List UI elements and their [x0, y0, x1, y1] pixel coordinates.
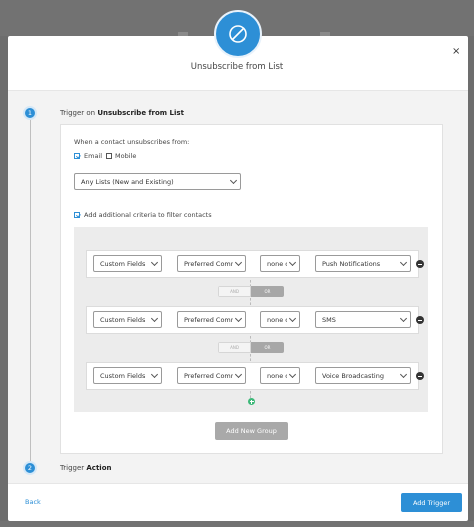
add-group-button[interactable]: Add New Group: [215, 422, 288, 440]
value-value: SMS: [322, 315, 336, 324]
and-option[interactable]: AND: [218, 286, 251, 297]
email-checkbox[interactable]: [74, 153, 80, 159]
chevron-down-icon: [150, 370, 159, 379]
chevron-down-icon: [234, 314, 243, 323]
operator-select[interactable]: none of: [260, 367, 300, 384]
chevron-down-icon: [150, 258, 159, 267]
chevron-down-icon: [229, 176, 238, 185]
step-1-title: Trigger on Unsubscribe from List: [60, 109, 184, 117]
add-trigger-button[interactable]: Add Trigger: [401, 493, 462, 512]
operator-select[interactable]: none of: [260, 311, 300, 328]
or-option[interactable]: OR: [251, 286, 284, 297]
field-value: Preferred Communication: [184, 259, 233, 268]
mobile-checkbox[interactable]: [106, 153, 112, 159]
chevron-down-icon: [234, 258, 243, 267]
step-2-title: Trigger Action: [60, 464, 112, 472]
value-value: Voice Broadcasting: [322, 371, 384, 380]
field-select[interactable]: Preferred Communication: [177, 311, 246, 328]
remove-rule-icon[interactable]: [416, 372, 424, 380]
field-value: Preferred Communication: [184, 371, 233, 380]
chevron-down-icon: [288, 258, 297, 267]
field-type-select[interactable]: Custom Fields: [93, 311, 162, 328]
and-option[interactable]: AND: [218, 342, 251, 353]
chevron-down-icon: [150, 314, 159, 323]
field-type-value: Custom Fields: [100, 315, 146, 324]
step-connector: [30, 118, 31, 463]
list-select[interactable]: Any Lists (New and Existing): [74, 173, 241, 190]
chevron-down-icon: [234, 370, 243, 379]
add-condition-icon[interactable]: [248, 398, 255, 405]
email-label: Email: [84, 152, 103, 160]
value-value: Push Notifications: [322, 259, 381, 268]
close-button[interactable]: ×: [452, 47, 460, 57]
value-select[interactable]: Voice Broadcasting: [315, 367, 411, 384]
chevron-down-icon: [288, 314, 297, 323]
chevron-down-icon: [399, 370, 408, 379]
and-or-toggle[interactable]: AND OR: [218, 342, 284, 353]
or-option[interactable]: OR: [251, 342, 284, 353]
rule-connector-line: [250, 391, 251, 398]
trigger-intro: When a contact unsubscribes from:: [74, 138, 190, 146]
step-1-marker: 1: [23, 106, 37, 120]
field-type-select[interactable]: Custom Fields: [93, 367, 162, 384]
field-select[interactable]: Preferred Communication: [177, 367, 246, 384]
back-button[interactable]: Back: [25, 498, 41, 506]
list-select-value: Any Lists (New and Existing): [81, 177, 174, 186]
unsubscribe-icon: [229, 25, 247, 43]
operator-value: none of: [267, 259, 287, 268]
rule-connector-line: [250, 298, 251, 305]
modal-title: Unsubscribe from List: [190, 62, 284, 72]
operator-value: none of: [267, 315, 287, 324]
field-type-value: Custom Fields: [100, 259, 146, 268]
value-select[interactable]: Push Notifications: [315, 255, 411, 272]
field-type-select[interactable]: Custom Fields: [93, 255, 162, 272]
chevron-down-icon: [399, 258, 408, 267]
mobile-label: Mobile: [115, 152, 137, 160]
footer-divider: [8, 483, 468, 484]
field-type-value: Custom Fields: [100, 371, 146, 380]
chevron-down-icon: [399, 314, 408, 323]
operator-value: none of: [267, 371, 287, 380]
background-page-bottom: [0, 521, 474, 527]
field-value: Preferred Communication: [184, 315, 233, 324]
rule-connector-line: [250, 354, 251, 361]
chevron-down-icon: [288, 370, 297, 379]
remove-rule-icon[interactable]: [416, 260, 424, 268]
field-select[interactable]: Preferred Communication: [177, 255, 246, 272]
value-select[interactable]: SMS: [315, 311, 411, 328]
remove-rule-icon[interactable]: [416, 316, 424, 324]
criteria-checkbox[interactable]: [74, 212, 80, 218]
criteria-label: Add additional criteria to filter contac…: [84, 211, 212, 219]
step-2-marker: 2: [23, 461, 37, 475]
trigger-logo: [214, 10, 262, 58]
operator-select[interactable]: none of: [260, 255, 300, 272]
and-or-toggle[interactable]: AND OR: [218, 286, 284, 297]
